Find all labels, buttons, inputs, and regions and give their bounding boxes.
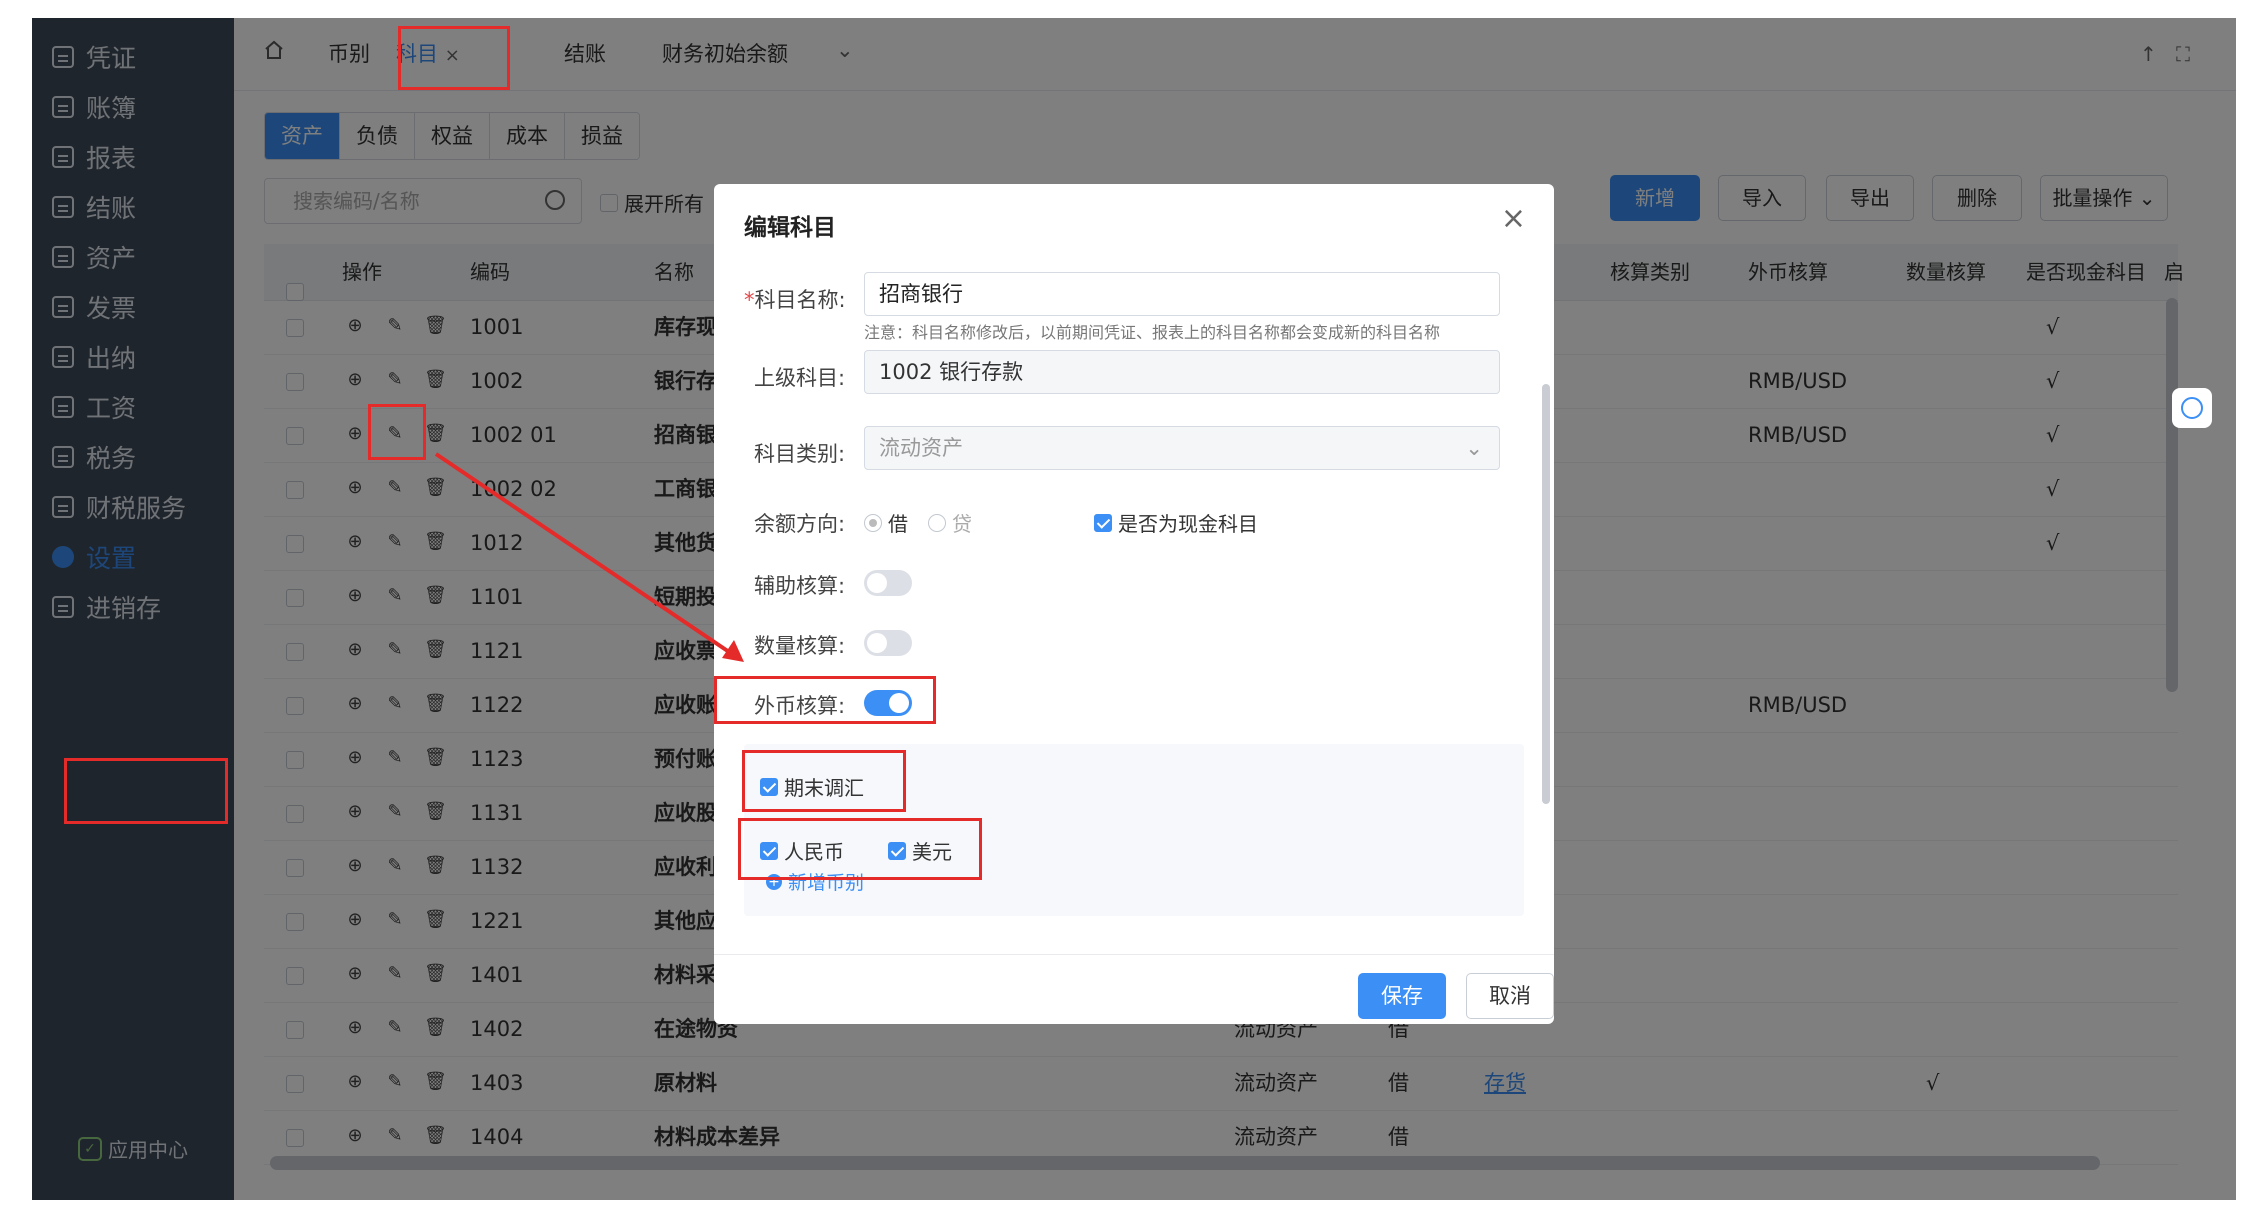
app-window: 凭证 账簿 报表 结账 资产 发票 出纳 工资 税务 财税服务 设置 进销存 ✓…	[32, 18, 2236, 1200]
screenshot-frame: 凭证 账簿 报表 结账 资产 发票 出纳 工资 税务 财税服务 设置 进销存 ✓…	[32, 18, 2236, 1200]
annotation-arrow	[434, 452, 744, 662]
